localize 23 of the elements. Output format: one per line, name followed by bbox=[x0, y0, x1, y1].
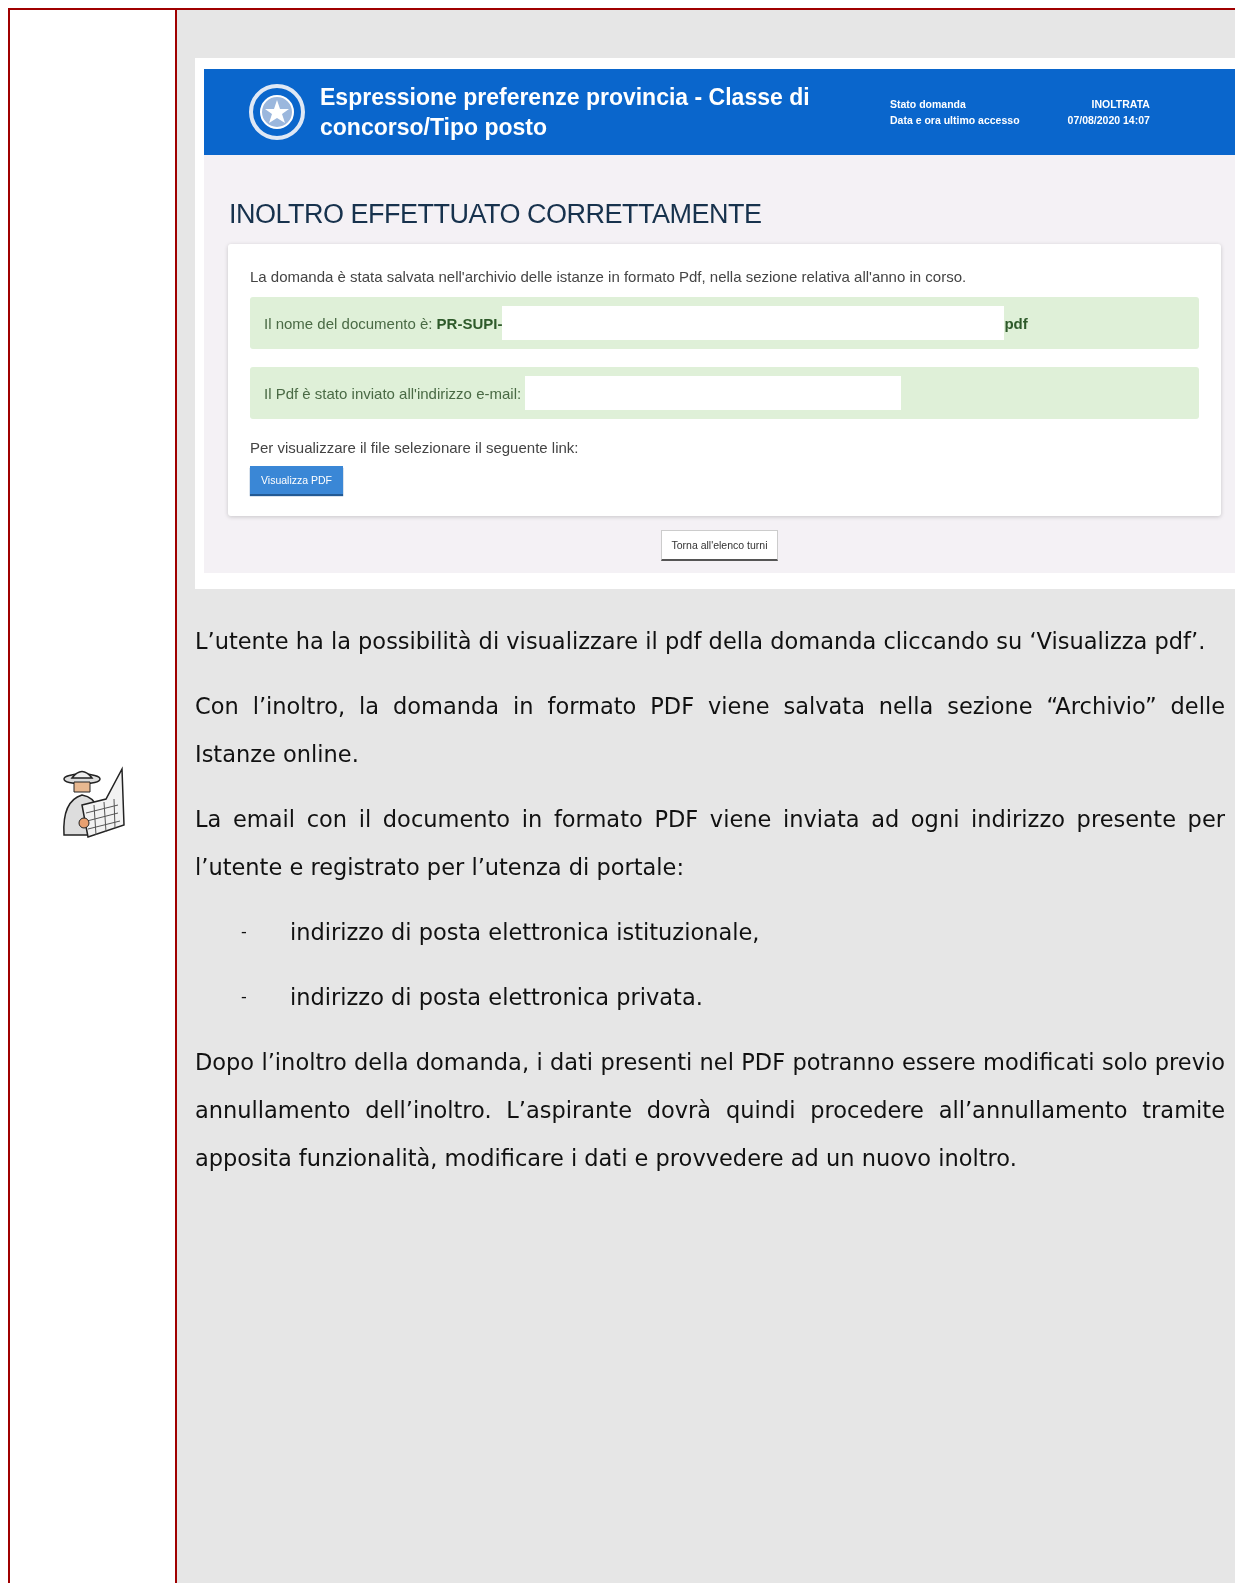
document-name-prefix: PR-SUPI- bbox=[436, 314, 503, 332]
body-paragraph: Dopo l’inoltro della domanda, i dati presenti nel PDF potranno essere modificati solo previo annullamento dell’inoltro. L’aspirante dovrà quindi procedere all’annullamento tramite apposita funzionalità, modificare i dati e provvedere ad un nuovo inoltro. bbox=[195, 1048, 1225, 1173]
body-paragraph: L’utente ha la possibilità di visualizzare il pdf della domanda cliccando su ‘Visualizza pdf’. bbox=[195, 627, 1207, 656]
success-heading: INOLTRO EFFETTUATO CORRETTAMENTE bbox=[228, 198, 763, 231]
document-name-label: Il nome del documento è: bbox=[264, 314, 434, 332]
bullet-marker: - bbox=[241, 986, 248, 1008]
link-prompt: Per visualizzare il file selezionare il seguente link: bbox=[250, 439, 580, 456]
status-value: INOLTRATA bbox=[1090, 97, 1150, 112]
bullet-text: indirizzo di posta elettronica istituzionale, bbox=[290, 918, 760, 947]
bullet-marker: - bbox=[241, 921, 248, 943]
email-label: Il Pdf è stato inviato all'indirizzo e-mail: bbox=[264, 384, 523, 402]
view-pdf-button[interactable]: Visualizza PDF bbox=[250, 466, 343, 494]
body-paragraph: La email con il documento in formato PDF viene inviata ad ogni indirizzo presente per l’utente e registrato per l’utenza di portale: bbox=[195, 805, 1225, 882]
emblem-icon bbox=[248, 81, 306, 143]
body-paragraph: Con l’inoltro, la domanda in formato PDF viene salvata nella sezione “Archivio” delle Istanze online. bbox=[195, 692, 1225, 769]
status-label: Stato domanda bbox=[890, 97, 967, 112]
intro-text: La domanda è stata salvata nell'archivio delle istanze in formato Pdf, nella sezione relativa all'anno in corso. bbox=[250, 268, 968, 285]
back-button[interactable]: Torna all'elenco turni bbox=[660, 530, 779, 561]
bullet-text: indirizzo di posta elettronica privata. bbox=[290, 983, 703, 1012]
date-label: Data e ora ultimo accesso bbox=[890, 113, 1020, 128]
page-title: Espressione preferenze provincia - Classe di concorso/Tipo posto bbox=[320, 83, 811, 142]
document-name-suffix: pdf bbox=[1004, 314, 1028, 332]
date-value: 07/08/2020 14:07 bbox=[1067, 113, 1150, 128]
